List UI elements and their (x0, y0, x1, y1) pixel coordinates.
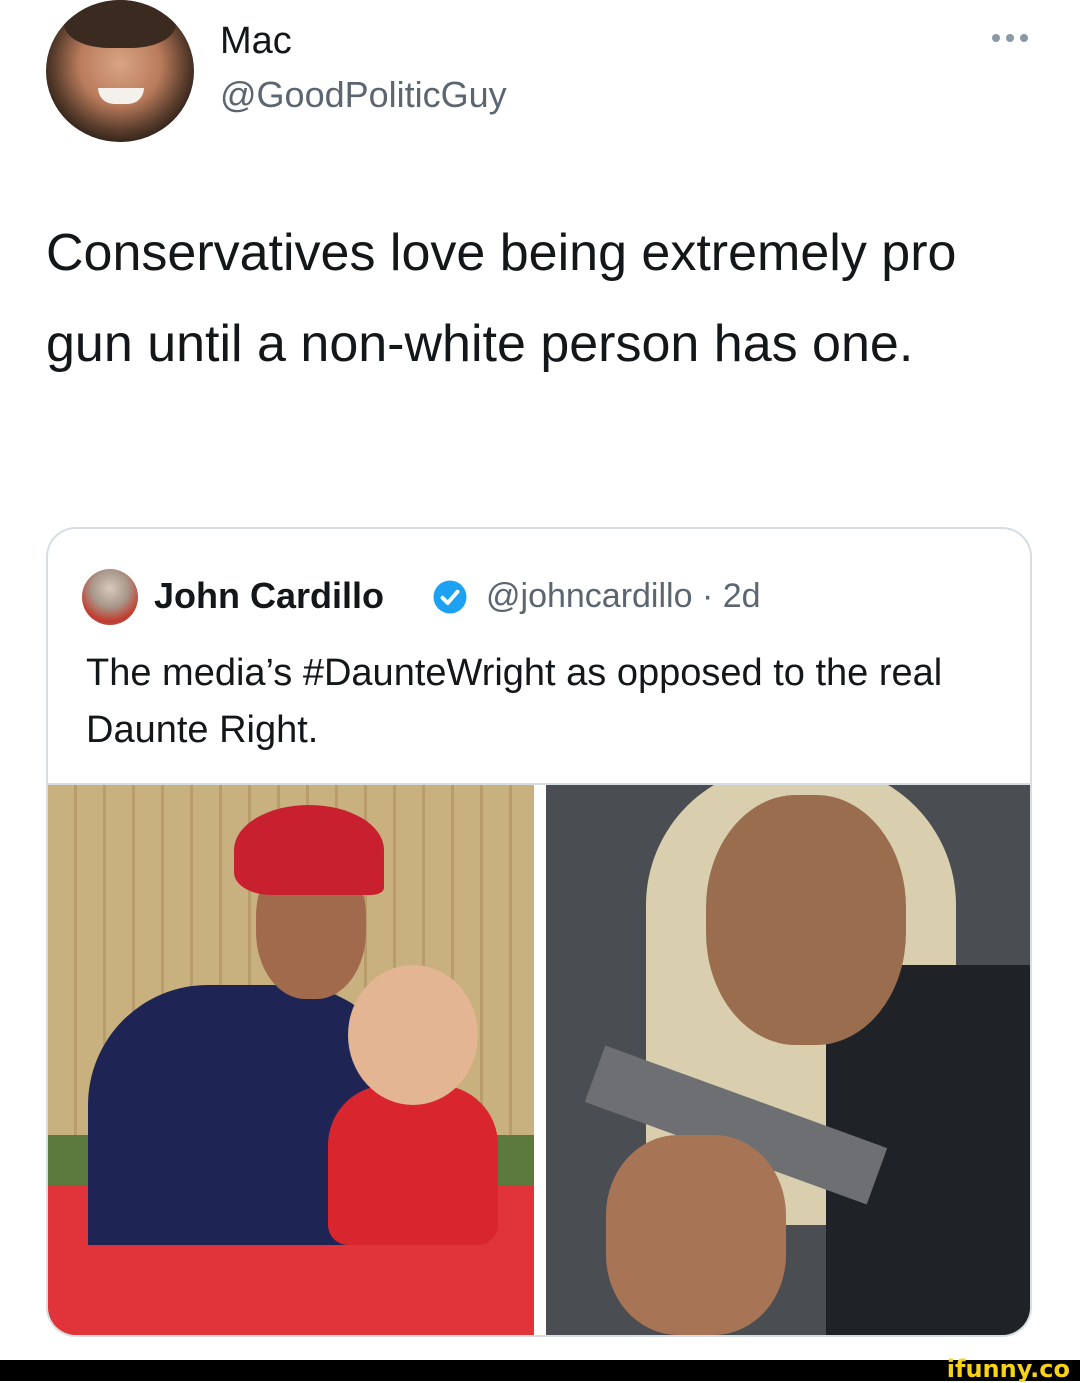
quoted-author-name[interactable]: John Cardillo (154, 575, 384, 617)
quoted-tweet-text: The media’s #DaunteWright as opposed to … (86, 652, 943, 751)
avatar-hair (64, 0, 176, 48)
quoted-author-handle-time[interactable]: @johncardillo · 2d (486, 577, 761, 616)
more-horizontal-icon[interactable] (992, 34, 1028, 42)
quoted-author-avatar[interactable] (82, 569, 138, 625)
avatar-smile (98, 88, 144, 104)
watermark-logo: ifunny.co (946, 1355, 1070, 1383)
author-avatar[interactable] (46, 0, 194, 142)
verified-badge-icon (433, 580, 467, 614)
quoted-tweet-card[interactable]: John Cardillo @johncardillo · 2d The med… (46, 527, 1032, 1337)
media-photo-right[interactable] (546, 785, 1030, 1335)
tweet-text: Conservatives love being extremely pro g… (46, 224, 957, 373)
media-photo-left[interactable] (48, 785, 534, 1335)
author-name[interactable]: Mac (220, 20, 292, 63)
watermark-bar: ifunny.co (0, 1355, 1080, 1383)
author-handle[interactable]: @GoodPoliticGuy (220, 74, 507, 116)
